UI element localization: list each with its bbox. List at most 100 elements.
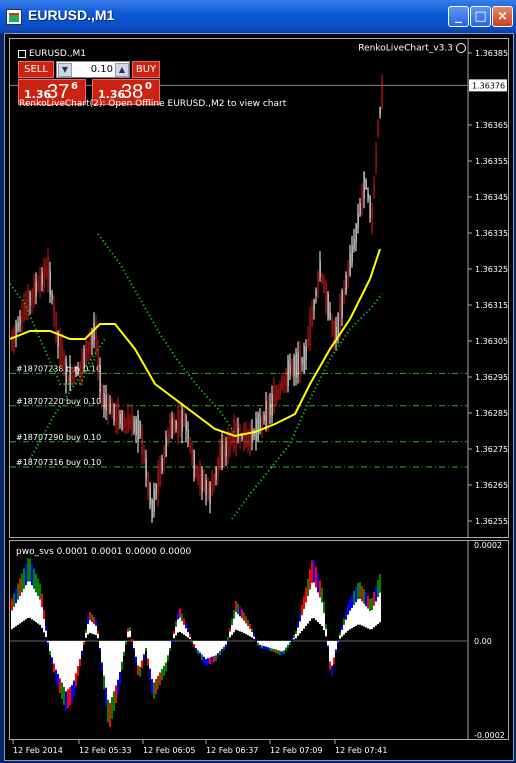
candle-body bbox=[183, 413, 185, 427]
buy-button[interactable]: BUY bbox=[132, 61, 160, 78]
candle-body bbox=[155, 483, 157, 499]
histogram-bar-tip bbox=[151, 679, 153, 694]
histogram-bar-tip bbox=[279, 650, 281, 655]
candle-body bbox=[287, 359, 289, 387]
minimize-button[interactable]: _ bbox=[448, 6, 469, 27]
histogram-bar-tip bbox=[327, 645, 329, 649]
histogram-bar-white bbox=[211, 641, 213, 657]
candle-body bbox=[317, 274, 319, 288]
candle-body bbox=[121, 410, 123, 430]
histogram-bar-white bbox=[153, 641, 155, 683]
lot-increase-icon[interactable]: ▲ bbox=[115, 63, 129, 77]
candle-body bbox=[147, 472, 149, 492]
histogram-bar-tip bbox=[83, 641, 85, 645]
histogram-bar-white bbox=[63, 641, 65, 688]
histogram-bar-tip bbox=[283, 650, 285, 655]
lot-size-field[interactable]: ▼ 0.10 ▲ bbox=[56, 61, 130, 78]
candle-body bbox=[227, 433, 229, 458]
histogram-bar-tip bbox=[111, 697, 113, 719]
candle-body bbox=[255, 418, 257, 442]
histogram-bar-tip bbox=[137, 665, 139, 675]
maximize-button[interactable]: □ bbox=[470, 6, 491, 27]
histogram-bar-tip bbox=[361, 586, 363, 602]
histogram-bar-white bbox=[103, 641, 105, 676]
candle-body bbox=[215, 466, 217, 480]
histogram-bar-tip bbox=[21, 573, 23, 593]
histogram-bar-tip bbox=[187, 628, 189, 633]
candle-body bbox=[43, 263, 45, 288]
candle-body bbox=[231, 435, 233, 443]
candle-body bbox=[23, 304, 25, 321]
histogram-bar-tip bbox=[379, 574, 381, 593]
candle-body bbox=[327, 293, 329, 319]
histogram-bar-tip bbox=[217, 653, 219, 658]
histogram-bar-tip bbox=[55, 669, 57, 681]
histogram-bar-tip bbox=[135, 656, 137, 663]
time-axis-label: 12 Feb 07:41 bbox=[335, 746, 387, 755]
histogram-bar-tip bbox=[93, 617, 95, 624]
candle-body bbox=[343, 287, 345, 301]
candle-body bbox=[277, 387, 279, 399]
histogram-bar-tip bbox=[281, 651, 283, 656]
candle-body bbox=[325, 283, 327, 311]
histogram-bar-tip bbox=[91, 614, 93, 623]
candle-body bbox=[281, 380, 283, 390]
candle-body bbox=[283, 376, 285, 386]
histogram-bar-white bbox=[49, 641, 51, 652]
candle-body bbox=[133, 419, 135, 433]
candle-body bbox=[309, 316, 311, 342]
lot-decrease-icon[interactable]: ▼ bbox=[58, 63, 72, 77]
candle-body bbox=[353, 238, 355, 250]
histogram-bar-tip bbox=[307, 578, 309, 596]
lot-size-value[interactable]: 0.10 bbox=[71, 62, 113, 77]
candle-body bbox=[339, 300, 341, 328]
histogram-bar-tip bbox=[97, 631, 99, 634]
candle-body bbox=[69, 365, 71, 390]
histogram-bar-tip bbox=[189, 634, 191, 638]
candle-body bbox=[117, 403, 119, 430]
histogram-bar-tip bbox=[95, 619, 97, 626]
price-axis-label: 1.36355 bbox=[475, 157, 508, 166]
candle-body bbox=[107, 398, 109, 413]
candle-body bbox=[307, 335, 309, 347]
histogram-bar-tip bbox=[61, 682, 63, 699]
histogram-bar-tip bbox=[341, 625, 343, 630]
candle-body bbox=[149, 485, 151, 506]
indicator-subwindow[interactable]: 0.0002 0.00 -0.0002 pwo_svs 0.0001 0.0001 … bbox=[9, 540, 509, 740]
histogram-bar-tip bbox=[343, 618, 345, 625]
price-axis-label: 1.36295 bbox=[475, 373, 508, 382]
histogram-bar-tip bbox=[259, 644, 261, 648]
candle-body bbox=[347, 267, 349, 281]
candle-body bbox=[245, 428, 247, 447]
histogram-bar-tip bbox=[35, 573, 37, 593]
close-button[interactable]: × bbox=[492, 6, 513, 27]
histogram-bar-white bbox=[69, 641, 71, 688]
title-bar[interactable]: EURUSD.,M1 _ □ × bbox=[0, 0, 516, 33]
histogram-bar-tip bbox=[63, 687, 65, 705]
histogram-bar-tip bbox=[117, 679, 119, 695]
price-axis-label: 1.36335 bbox=[475, 229, 508, 238]
candle-body bbox=[33, 279, 35, 306]
candle-body bbox=[243, 423, 245, 451]
sell-button[interactable]: SELL bbox=[18, 61, 54, 78]
histogram-bar-tip bbox=[251, 628, 253, 632]
terminal-window: EURUSD.,M1 _ □ × 1.36385 1.36365 1.36355 1.… bbox=[0, 0, 516, 763]
candle-body bbox=[365, 179, 367, 190]
chart-area: 1.36385 1.36365 1.36355 1.36345 1.36335 1.363… bbox=[4, 33, 514, 761]
time-axis-label: 12 Feb 07:09 bbox=[270, 746, 322, 755]
candle-body bbox=[223, 445, 225, 460]
histogram-bar-tip bbox=[195, 648, 197, 652]
histogram-bar-white bbox=[59, 641, 61, 679]
candle-body bbox=[111, 401, 113, 419]
candle-body bbox=[99, 365, 101, 393]
histogram-bar-white bbox=[223, 641, 225, 647]
histogram-bar-tip bbox=[47, 642, 49, 646]
price-chart[interactable]: 1.36385 1.36365 1.36355 1.36345 1.36335 1.363… bbox=[9, 38, 509, 538]
candle-body bbox=[329, 311, 331, 320]
histogram-bar-tip bbox=[155, 679, 157, 695]
histogram bbox=[11, 558, 381, 727]
candle-body bbox=[279, 384, 281, 394]
histogram-bar-white bbox=[147, 641, 149, 659]
price-axis-label: 1.36285 bbox=[475, 409, 508, 418]
price-axis-label: 1.36385 bbox=[475, 49, 508, 58]
